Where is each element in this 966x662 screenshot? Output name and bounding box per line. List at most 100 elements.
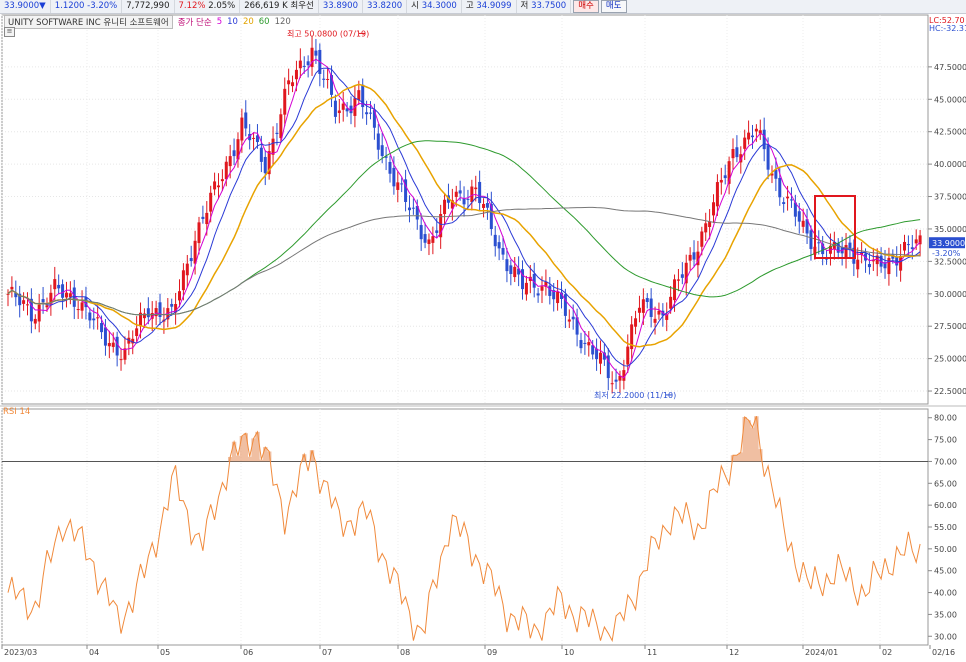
candle-body (275, 132, 279, 134)
stock-chart[interactable]: 22.5000 25.0000 27.5000 30.0000 32.5000 35.00… (0, 0, 966, 662)
price-tick-label: 40.0000 (934, 160, 966, 169)
candle-body (61, 284, 65, 298)
candle-body (306, 61, 310, 66)
candle-body (750, 135, 754, 138)
candle-body (497, 242, 501, 249)
candle-body (337, 110, 341, 114)
candle-body (22, 300, 26, 304)
candle-body (817, 242, 821, 244)
candle-body (856, 259, 860, 270)
candle-body (388, 161, 392, 174)
price-tick-label: 30.0000 (934, 290, 966, 299)
rsi-tick-label: 45.00 (934, 567, 957, 576)
candle-body (587, 342, 591, 346)
rsi-legend: RSI 14 (3, 407, 31, 417)
candle-body (485, 203, 489, 208)
candle-body (466, 198, 470, 200)
candle-body (906, 244, 910, 246)
price-tick-label: 25.0000 (934, 355, 966, 364)
x-tick-label: 06 (243, 648, 253, 657)
candle-body (6, 293, 10, 295)
candle-body (766, 145, 770, 170)
rsi-tick-label: 70.00 (934, 457, 957, 466)
candle-body (914, 239, 918, 244)
ma10-legend: 10 (227, 17, 238, 27)
candle-body (712, 202, 716, 216)
x-tick-label: 10 (564, 648, 574, 657)
candle-body (411, 207, 415, 209)
candle-body (322, 78, 326, 80)
candle-body (357, 90, 361, 101)
candle-body (283, 88, 287, 115)
candle-body (509, 265, 513, 275)
rsi-tick-label: 30.00 (934, 632, 957, 641)
candle-body (232, 150, 236, 157)
candle-body (747, 132, 751, 140)
x-tick-label: 04 (89, 648, 99, 657)
candle-body (25, 304, 29, 306)
candle-body (700, 231, 704, 247)
price-panel-frame (1, 14, 929, 405)
candle-body (910, 247, 914, 250)
candle-body (279, 114, 283, 139)
candle-body (197, 222, 201, 244)
candle-body (470, 186, 474, 203)
candle-body (96, 317, 100, 319)
candle-body (64, 292, 68, 298)
candle-body (474, 187, 478, 190)
candle-body (41, 299, 45, 303)
hc-label: HC:-32.31 (929, 24, 966, 33)
candle-body (462, 198, 466, 205)
ma5-legend: 5 (216, 17, 223, 27)
candle-body (774, 169, 778, 179)
candle-body (801, 220, 805, 227)
candle-body (610, 383, 614, 385)
rsi-overbought-fill (228, 416, 763, 462)
high-annotation: 최고 50.0800 (07/19) (287, 28, 369, 38)
candle-body (10, 286, 14, 290)
candle-body (380, 145, 384, 156)
x-tick-label: 02 (882, 648, 892, 657)
candle-body (501, 248, 505, 255)
menu-icon[interactable]: ≡ (4, 27, 15, 37)
candle-body (423, 234, 427, 243)
candle-body (719, 179, 723, 183)
candle-body (786, 196, 790, 199)
candle-body (715, 182, 719, 207)
candle-body (326, 78, 330, 80)
candle-body (111, 342, 115, 347)
price-tick-label: 37.5000 (934, 193, 966, 202)
candle-body (867, 264, 871, 268)
candle-body (903, 241, 907, 251)
candle-body (135, 328, 139, 337)
candle-body (614, 379, 618, 382)
candle-body (88, 312, 92, 321)
rsi-tick-label: 55.00 (934, 523, 957, 532)
candle-body (80, 302, 84, 311)
candle-body (119, 359, 123, 361)
candle-body (228, 156, 232, 167)
candle-body (657, 310, 661, 315)
price-tick-label: 42.5000 (934, 128, 966, 137)
candle-body (427, 239, 431, 245)
rsi-tick-label: 50.00 (934, 545, 957, 554)
ma5-line (7, 58, 921, 379)
candle-body (68, 293, 72, 298)
candle-body (731, 148, 735, 159)
price-tick-label: 47.5000 (934, 63, 966, 72)
ma20-legend: 20 (242, 17, 254, 27)
candle-body (762, 129, 766, 150)
candle-body (754, 128, 758, 132)
x-tick-label: 12 (729, 648, 739, 657)
candle-body (521, 269, 525, 290)
ma60-legend: 60 (258, 17, 270, 27)
candle-body (723, 175, 727, 179)
stock-title[interactable]: UNITY SOFTWARE INC 유니티 소프트웨어 (4, 15, 173, 29)
price-tick-label: 22.5000 (934, 387, 966, 396)
candle-body (673, 279, 677, 301)
candle-body (688, 254, 692, 261)
candle-body (505, 259, 509, 272)
candle-body (692, 252, 696, 260)
x-tick-label: 07 (322, 648, 332, 657)
candle-body (146, 308, 150, 318)
